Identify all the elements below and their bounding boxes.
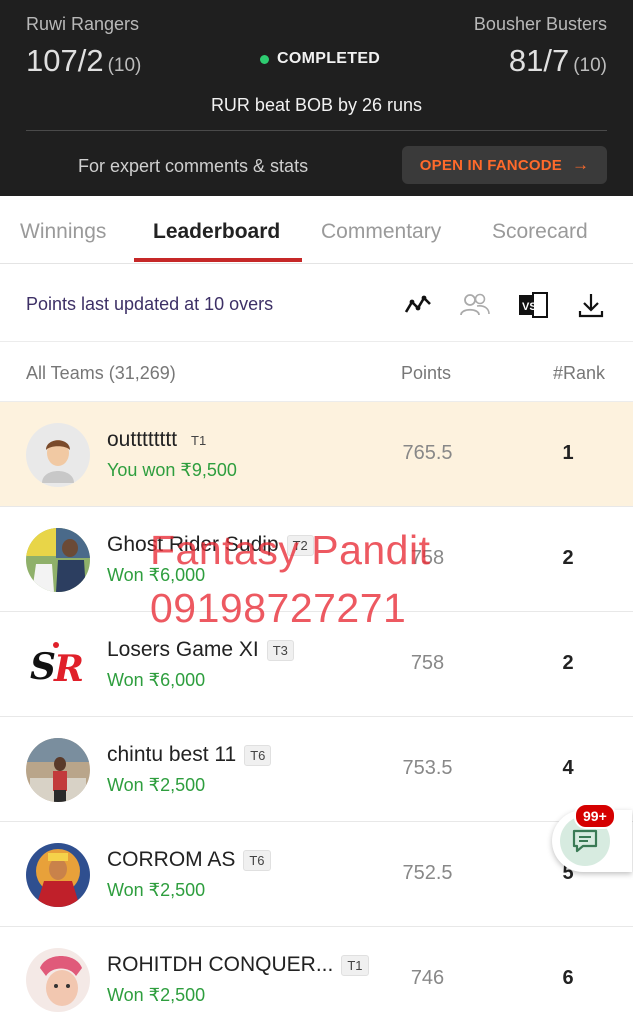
team1-block: Ruwi Rangers 107/2 (10) [26,14,141,79]
team-name: CORROM AS [107,848,236,871]
team2-score-line: 81/7 (10) [474,43,607,79]
team-rank: 2 [562,547,574,569]
team-rank: 6 [562,967,574,989]
tab-scorecard[interactable]: Scorecard [492,220,588,244]
team2-overs: (10) [573,55,607,76]
team-points: 765.5 [402,442,453,464]
tab-leaderboard[interactable]: Leaderboard [153,220,280,244]
team1-overs: (10) [107,55,142,76]
default-avatar [26,423,90,487]
winnings-text: Won ₹2,500 [107,775,206,795]
team-tag-badge: T6 [243,849,271,871]
match-status: COMPLETED [260,50,380,68]
team-name: chintu best 11 [107,743,237,766]
match-result: RUR beat BOB by 26 runs [210,95,423,115]
team-points: 753.5 [402,757,453,779]
svg-text:VS: VS [522,301,537,313]
all-teams-count: All Teams (31,269) [26,363,176,383]
team1-score: 107/2 [26,43,104,78]
header-divider [26,130,607,131]
user-avatar [26,738,90,802]
team-name: Ghost Rider Sudip [107,533,279,556]
excel-export-icon[interactable]: VS [518,290,548,320]
team-points: 758 [410,652,445,674]
leaderboard-row[interactable]: ROHITDH CONQUER... T1 Won ₹2,500 746 6 [0,927,633,1024]
tab-bar: Winnings Leaderboard Commentary Scorecar… [0,196,633,264]
status-dot-icon [260,54,269,64]
arrow-right-icon: → [571,155,590,174]
winnings-text: Won ₹2,500 [107,985,206,1005]
leaderboard-row[interactable]: SR Losers Game XI T3 Won ₹6,000 758 2 [0,612,633,717]
team-name: Losers Game XI [107,638,259,661]
team-name: outttttttt [107,428,178,451]
user-avatar [26,948,90,1012]
leaderboard-row-own[interactable]: outttttttt T1 You won ₹9,500 765.5 1 [0,402,633,507]
team-tag-badge: T1 [191,432,207,448]
team-points: 758 [410,547,445,569]
leaderboard-header: All Teams (31,269) Points #Rank [0,342,633,402]
tab-commentary[interactable]: Commentary [321,220,441,244]
open-in-fancode-button[interactable]: OPEN IN FANCODE → [402,146,607,184]
points-updated-text: Points last updated at 10 overs [26,294,274,314]
points-column-header: Points [401,363,452,383]
tab-winnings[interactable]: Winnings [20,220,106,244]
svg-text:S: S [30,646,56,688]
team-rank: 2 [562,652,574,674]
team-points: 752.5 [402,862,453,884]
expert-comments-text: For expert comments & stats [78,156,309,176]
team-tag-badge: T1 [341,954,369,976]
match-header: Ruwi Rangers 107/2 (10) COMPLETED Bousher… [0,0,633,196]
leaderboard-row[interactable]: CORROM AS T6 Won ₹2,500 752.5 5 [0,822,633,927]
team-rank: 4 [562,757,574,779]
team-name: ROHITDH CONQUER... [107,953,334,976]
user-avatar [26,843,90,907]
sr-logo-avatar: SR [26,633,90,697]
download-icon[interactable] [576,290,606,320]
team2-block: Bousher Busters 81/7 (10) [474,14,607,79]
match-status-label: COMPLETED [277,50,381,67]
team-tag-badge: T3 [266,639,294,661]
rank-column-header: #Rank [553,363,606,383]
team-points: 746 [410,967,445,989]
leaderboard-row[interactable]: chintu best 11 T6 Won ₹2,500 753.5 4 [0,717,633,822]
points-update-bar: Points last updated at 10 overs VS [0,264,633,342]
team1-score-line: 107/2 (10) [26,43,141,79]
team1-name: Ruwi Rangers [26,14,140,34]
leaderboard-row[interactable]: Ghost Rider Sudip T2 Won ₹6,000 758 2 [0,507,633,612]
team-tag-badge: T6 [244,744,272,766]
winnings-text: Won ₹6,000 [107,670,206,690]
compare-teams-icon[interactable] [460,290,490,320]
team2-score: 81/7 [508,43,570,78]
trend-chart-icon[interactable] [403,290,433,320]
team-tag-badge: T2 [286,534,314,556]
team2-name: Bousher Busters [473,14,607,34]
svg-text:R: R [53,648,84,690]
team-rank: 1 [562,442,574,464]
user-avatar [26,528,90,592]
fancode-button-label: OPEN IN FANCODE [419,156,562,174]
chat-unread-badge: 99+ [574,803,616,829]
winnings-text: You won ₹9,500 [107,460,237,480]
active-tab-indicator [134,258,302,262]
winnings-text: Won ₹6,000 [107,565,206,585]
winnings-text: Won ₹2,500 [107,880,206,900]
